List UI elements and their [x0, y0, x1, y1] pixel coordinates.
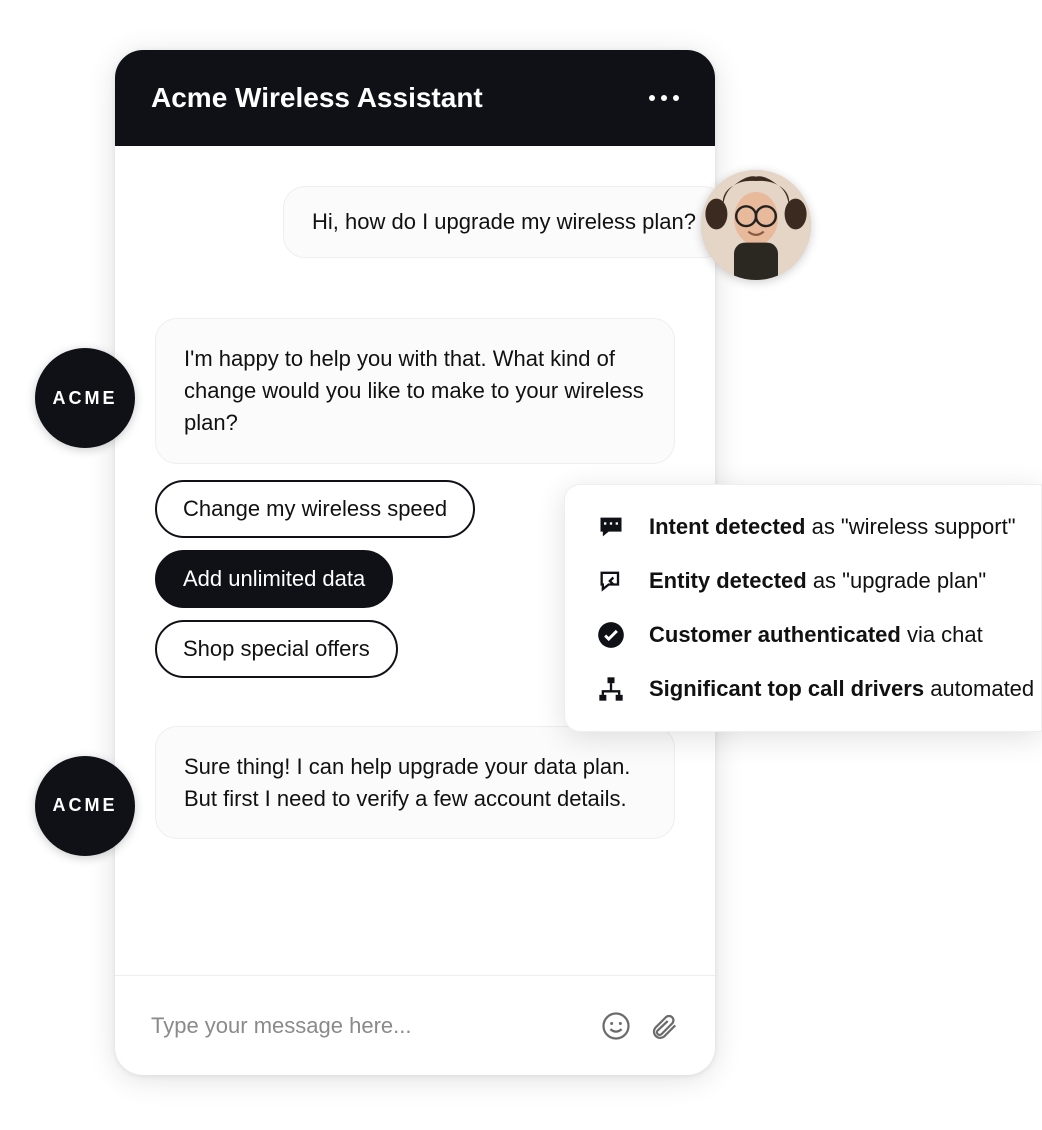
check-circle-icon	[597, 621, 625, 649]
smiley-icon	[601, 1011, 631, 1041]
dots-icon	[673, 95, 679, 101]
emoji-button[interactable]	[601, 1011, 631, 1041]
chip-change-speed[interactable]: Change my wireless speed	[155, 480, 475, 538]
dots-icon	[661, 95, 667, 101]
chat-title: Acme Wireless Assistant	[151, 82, 483, 114]
bot-avatar: ACME	[35, 348, 135, 448]
bot-message-row: ACME Sure thing! I can help upgrade your…	[115, 726, 715, 840]
user-avatar	[701, 170, 811, 280]
insight-text: Entity detected as "upgrade plan"	[649, 568, 986, 594]
chip-add-unlimited-data[interactable]: Add unlimited data	[155, 550, 393, 608]
insight-text: Customer authenticated via chat	[649, 622, 983, 648]
insight-intent: Intent detected as "wireless support"	[597, 513, 1009, 541]
chat-header: Acme Wireless Assistant	[115, 50, 715, 146]
attachment-button[interactable]	[649, 1011, 679, 1041]
insight-panel: Intent detected as "wireless support" En…	[564, 484, 1042, 732]
insight-text: Intent detected as "wireless support"	[649, 514, 1016, 540]
bot-message-bubble: I'm happy to help you with that. What ki…	[155, 318, 675, 464]
bot-message-row: ACME I'm happy to help you with that. Wh…	[115, 318, 715, 464]
reply-arrow-icon	[597, 567, 625, 595]
insight-text: Significant top call drivers automated	[649, 676, 1034, 702]
more-options-button[interactable]	[649, 95, 679, 101]
chip-shop-offers[interactable]: Shop special offers	[155, 620, 398, 678]
message-input[interactable]	[151, 1013, 583, 1039]
dots-icon	[649, 95, 655, 101]
bot-avatar: ACME	[35, 756, 135, 856]
avatar-illustration-icon	[701, 170, 811, 280]
insight-entity: Entity detected as "upgrade plan"	[597, 567, 1009, 595]
insight-auth: Customer authenticated via chat	[597, 621, 1009, 649]
paperclip-icon	[649, 1011, 679, 1041]
user-message-bubble: Hi, how do I upgrade my wireless plan?	[283, 186, 725, 258]
insight-drivers: Significant top call drivers automated	[597, 675, 1009, 703]
chat-input-bar	[115, 975, 715, 1075]
user-message-row: Hi, how do I upgrade my wireless plan?	[115, 186, 715, 258]
chat-bubble-icon	[597, 513, 625, 541]
bot-message-bubble: Sure thing! I can help upgrade your data…	[155, 726, 675, 840]
sitemap-icon	[597, 675, 625, 703]
